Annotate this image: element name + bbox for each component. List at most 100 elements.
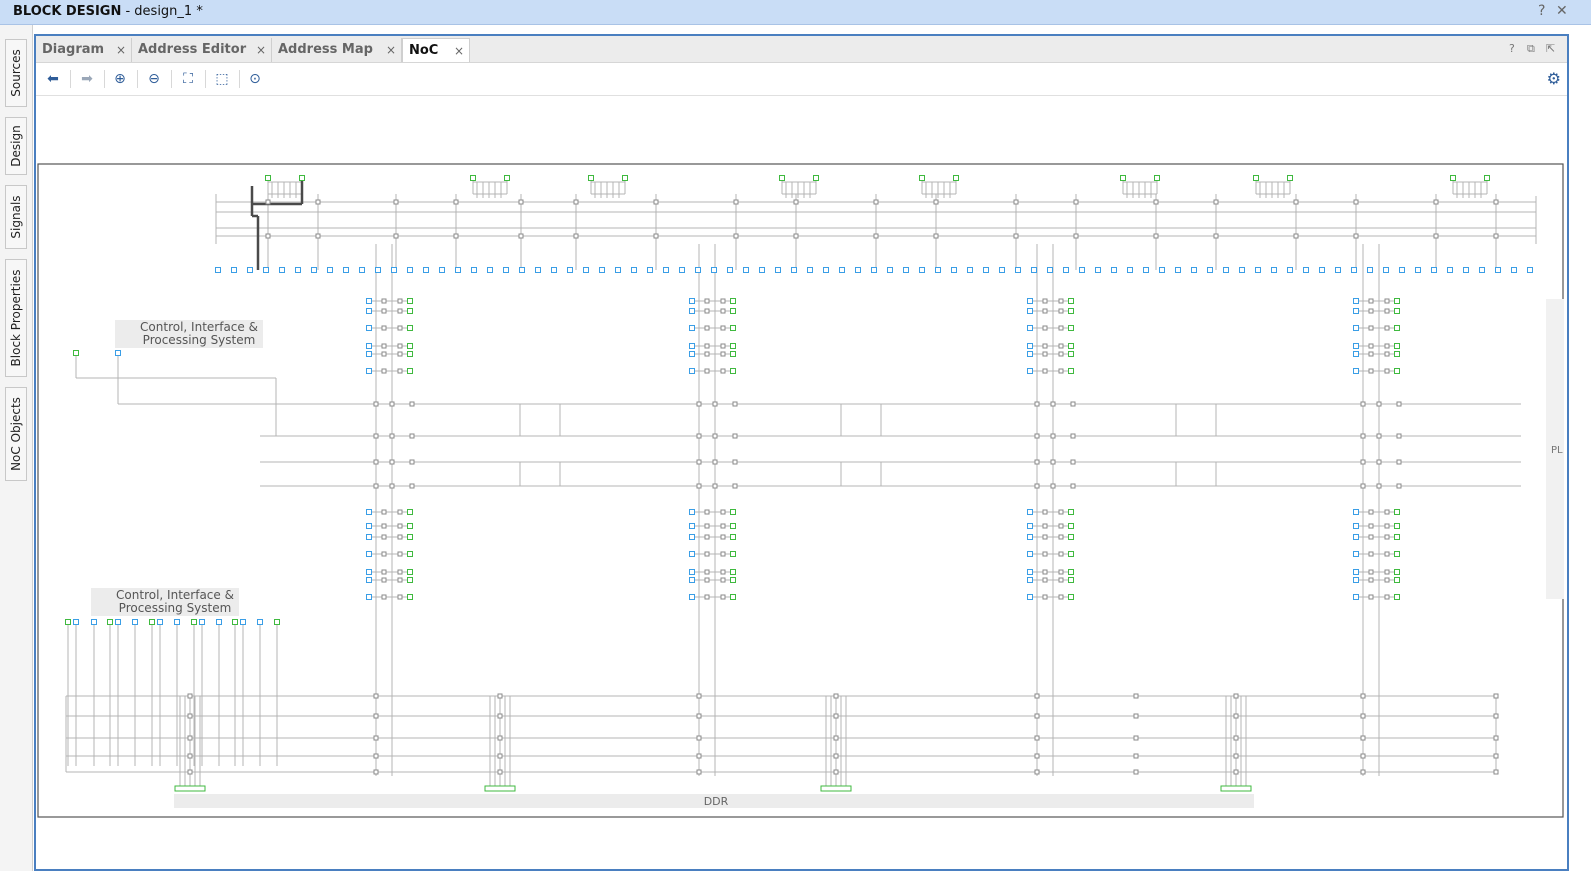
slave-port[interactable] — [366, 523, 372, 529]
slave-port[interactable] — [391, 267, 397, 273]
master-port[interactable] — [1484, 175, 1490, 181]
slave-port[interactable] — [689, 298, 695, 304]
slave-port[interactable] — [519, 267, 525, 273]
sidebar-tab-signals[interactable]: Signals — [5, 185, 27, 249]
close-button[interactable]: ✕ — [1556, 3, 1568, 19]
slave-port[interactable] — [174, 619, 180, 625]
master-port[interactable] — [299, 175, 305, 181]
sidebar-tab-noc-objects[interactable]: NoC Objects — [5, 387, 27, 481]
slave-port[interactable] — [689, 569, 695, 575]
master-port[interactable] — [1068, 577, 1074, 583]
slave-port[interactable] — [1027, 308, 1033, 314]
slave-port[interactable] — [366, 577, 372, 583]
ddr-port[interactable] — [174, 785, 206, 792]
slave-port[interactable] — [487, 267, 493, 273]
master-port[interactable] — [730, 308, 736, 314]
master-port[interactable] — [407, 594, 413, 600]
slave-port[interactable] — [1027, 325, 1033, 331]
slave-port[interactable] — [1319, 267, 1325, 273]
slave-port[interactable] — [689, 509, 695, 515]
tab-noc[interactable]: NoC × — [402, 38, 470, 62]
ddr-port[interactable] — [820, 785, 852, 792]
slave-port[interactable] — [647, 267, 653, 273]
slave-port[interactable] — [1143, 267, 1149, 273]
slave-port[interactable] — [1463, 267, 1469, 273]
master-port[interactable] — [1068, 298, 1074, 304]
slave-port[interactable] — [1495, 267, 1501, 273]
slave-port[interactable] — [295, 267, 301, 273]
master-port[interactable] — [191, 619, 197, 625]
sidebar-tab-sources[interactable]: Sources — [5, 39, 27, 107]
master-port[interactable] — [407, 298, 413, 304]
slave-port[interactable] — [1207, 267, 1213, 273]
slave-port[interactable] — [951, 267, 957, 273]
zoom-out-icon[interactable]: ⊖ — [143, 69, 165, 89]
slave-port[interactable] — [1027, 551, 1033, 557]
master-port[interactable] — [1068, 368, 1074, 374]
master-port[interactable] — [149, 619, 155, 625]
slave-port[interactable] — [1415, 267, 1421, 273]
slave-port[interactable] — [695, 267, 701, 273]
slave-port[interactable] — [132, 619, 138, 625]
slave-port[interactable] — [1271, 267, 1277, 273]
slave-port[interactable] — [1399, 267, 1405, 273]
ddr-port[interactable] — [484, 785, 516, 792]
slave-port[interactable] — [689, 368, 695, 374]
slave-port[interactable] — [1063, 267, 1069, 273]
slave-port[interactable] — [115, 619, 121, 625]
master-port[interactable] — [407, 551, 413, 557]
master-port[interactable] — [1068, 351, 1074, 357]
slave-port[interactable] — [689, 351, 695, 357]
master-port[interactable] — [504, 175, 510, 181]
slave-port[interactable] — [983, 267, 989, 273]
master-port[interactable] — [730, 569, 736, 575]
slave-port[interactable] — [279, 267, 285, 273]
slave-port[interactable] — [503, 267, 509, 273]
master-port[interactable] — [730, 325, 736, 331]
slave-port[interactable] — [727, 267, 733, 273]
slave-port[interactable] — [839, 267, 845, 273]
master-port[interactable] — [730, 594, 736, 600]
master-port[interactable] — [1450, 175, 1456, 181]
slave-port[interactable] — [1175, 267, 1181, 273]
slave-port[interactable] — [743, 267, 749, 273]
slave-port[interactable] — [455, 267, 461, 273]
slave-port[interactable] — [1047, 267, 1053, 273]
master-port[interactable] — [265, 175, 271, 181]
tab-diagram[interactable]: Diagram × — [36, 38, 132, 62]
master-port[interactable] — [953, 175, 959, 181]
close-icon[interactable]: × — [116, 43, 126, 57]
slave-port[interactable] — [231, 267, 237, 273]
slave-port[interactable] — [1353, 308, 1359, 314]
slave-port[interactable] — [1031, 267, 1037, 273]
master-port[interactable] — [1394, 298, 1400, 304]
slave-port[interactable] — [615, 267, 621, 273]
slave-port[interactable] — [1479, 267, 1485, 273]
master-port[interactable] — [622, 175, 628, 181]
slave-port[interactable] — [157, 619, 163, 625]
master-port[interactable] — [65, 619, 71, 625]
slave-port[interactable] — [599, 267, 605, 273]
master-port[interactable] — [813, 175, 819, 181]
slave-port[interactable] — [115, 350, 121, 356]
master-port[interactable] — [1394, 551, 1400, 557]
master-port[interactable] — [1394, 308, 1400, 314]
slave-port[interactable] — [551, 267, 557, 273]
help-icon[interactable]: ? — [1509, 42, 1515, 55]
slave-port[interactable] — [1027, 577, 1033, 583]
slave-port[interactable] — [359, 267, 365, 273]
slave-port[interactable] — [423, 267, 429, 273]
master-port[interactable] — [1068, 569, 1074, 575]
float-icon[interactable]: ⇱ — [1546, 42, 1555, 55]
slave-port[interactable] — [689, 343, 695, 349]
master-port[interactable] — [1394, 351, 1400, 357]
master-port[interactable] — [407, 509, 413, 515]
master-port[interactable] — [1068, 551, 1074, 557]
master-port[interactable] — [1068, 523, 1074, 529]
zoom-area-icon[interactable]: ⬚ — [211, 69, 233, 89]
noc-diagram[interactable]: PL Control, Interface & Processing Syste… — [36, 96, 1567, 871]
master-port[interactable] — [1120, 175, 1126, 181]
slave-port[interactable] — [1353, 569, 1359, 575]
slave-port[interactable] — [807, 267, 813, 273]
master-port[interactable] — [274, 619, 280, 625]
